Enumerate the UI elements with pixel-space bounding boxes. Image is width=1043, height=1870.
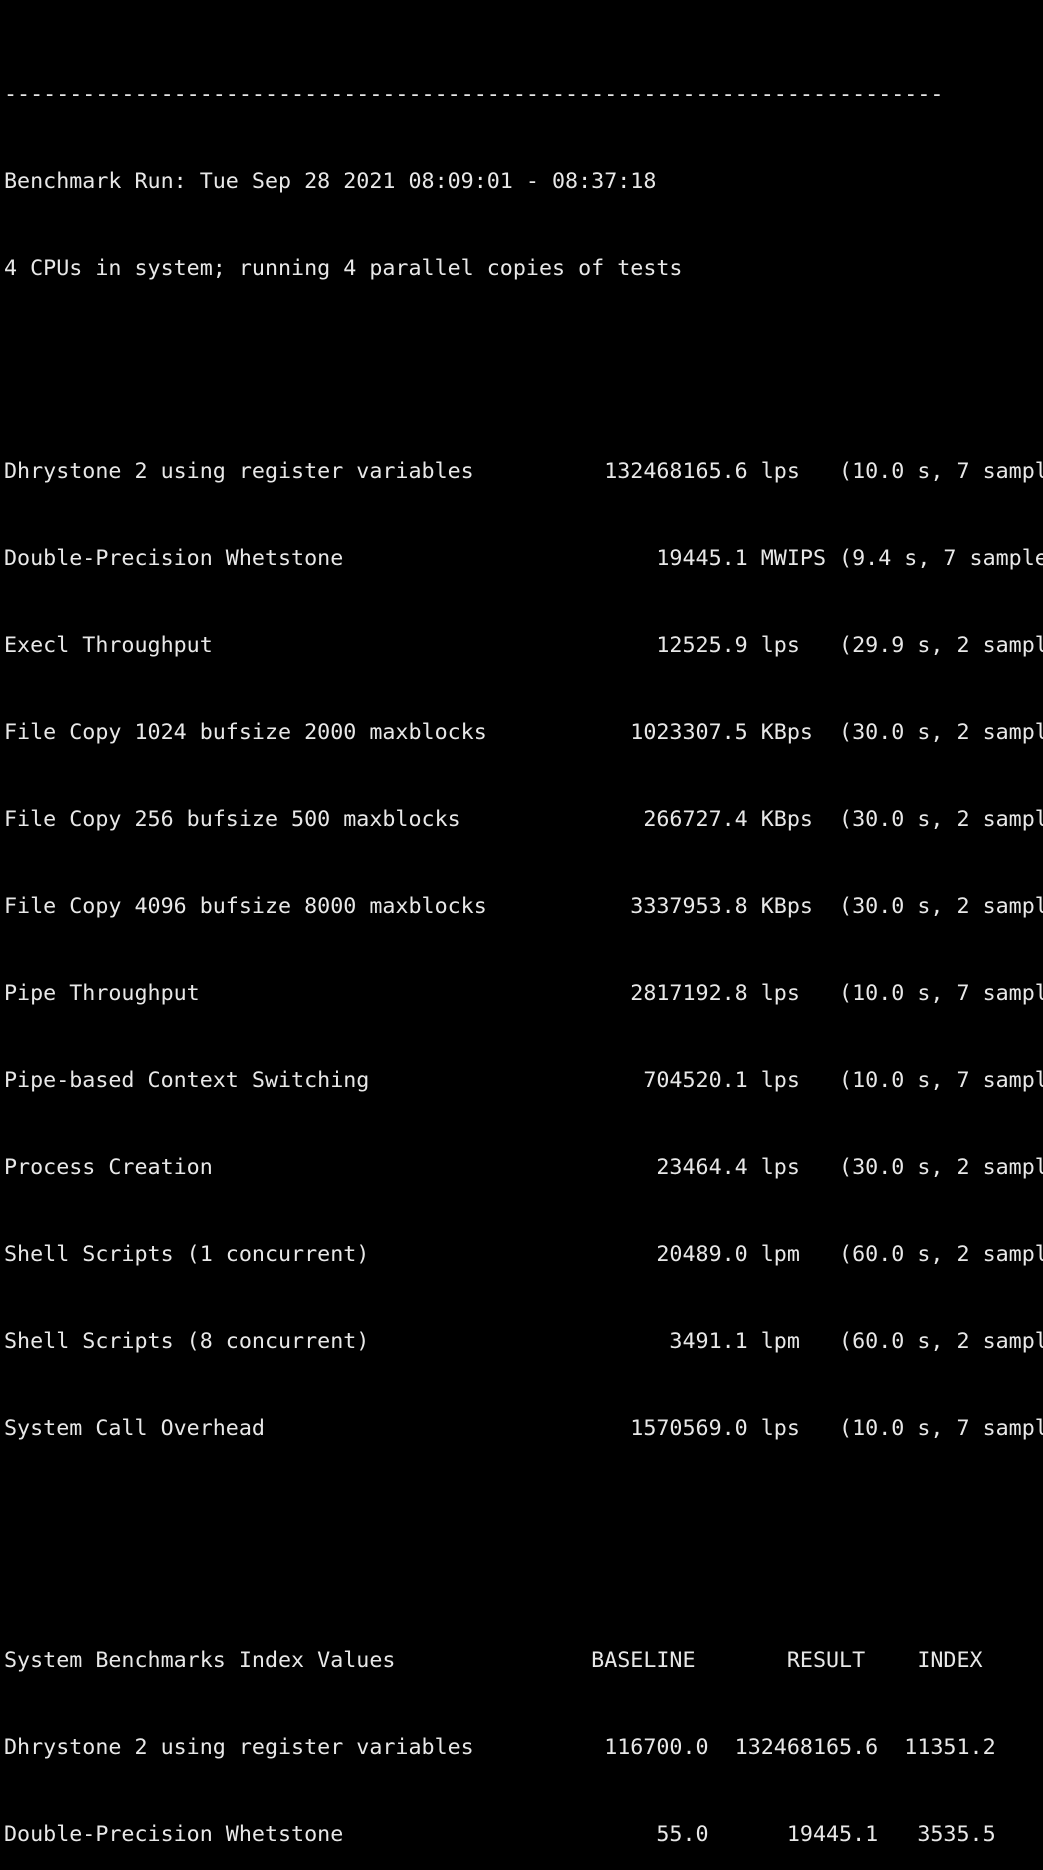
raw-result-row-1: Double-Precision Whetstone 19445.1 MWIPS… [4, 546, 1043, 571]
raw-result-row-9: Shell Scripts (1 concurrent) 20489.0 lpm… [4, 1242, 1043, 1267]
blank-line-1 [4, 341, 1043, 370]
terminal-output: ----------------------------------------… [4, 0, 1043, 1870]
raw-result-row-7: Pipe-based Context Switching 704520.1 lp… [4, 1068, 1043, 1093]
raw-result-row-5: File Copy 4096 bufsize 8000 maxblocks 33… [4, 894, 1043, 919]
terminal-window: ----------------------------------------… [0, 0, 1043, 1847]
raw-result-row-11: System Call Overhead 1570569.0 lps (10.0… [4, 1416, 1043, 1441]
index-row-0: Dhrystone 2 using register variables 116… [4, 1735, 996, 1760]
cpu-info-line: 4 CPUs in system; running 4 parallel cop… [4, 256, 683, 281]
separator-rule-top: ----------------------------------------… [4, 82, 944, 107]
blank-line-2 [4, 1530, 1043, 1559]
raw-result-row-3: File Copy 1024 bufsize 2000 maxblocks 10… [4, 720, 1043, 745]
raw-result-row-8: Process Creation 23464.4 lps (30.0 s, 2 … [4, 1155, 1043, 1180]
raw-result-row-10: Shell Scripts (8 concurrent) 3491.1 lpm … [4, 1329, 1043, 1354]
raw-result-row-0: Dhrystone 2 using register variables 132… [4, 459, 1043, 484]
benchmark-run-line: Benchmark Run: Tue Sep 28 2021 08:09:01 … [4, 169, 657, 194]
raw-result-row-2: Execl Throughput 12525.9 lps (29.9 s, 2 … [4, 633, 1043, 658]
raw-result-row-4: File Copy 256 bufsize 500 maxblocks 2667… [4, 807, 1043, 832]
raw-result-row-6: Pipe Throughput 2817192.8 lps (10.0 s, 7… [4, 981, 1043, 1006]
index-table-header: System Benchmarks Index Values BASELINE … [4, 1648, 983, 1673]
index-row-1: Double-Precision Whetstone 55.0 19445.1 … [4, 1822, 996, 1847]
